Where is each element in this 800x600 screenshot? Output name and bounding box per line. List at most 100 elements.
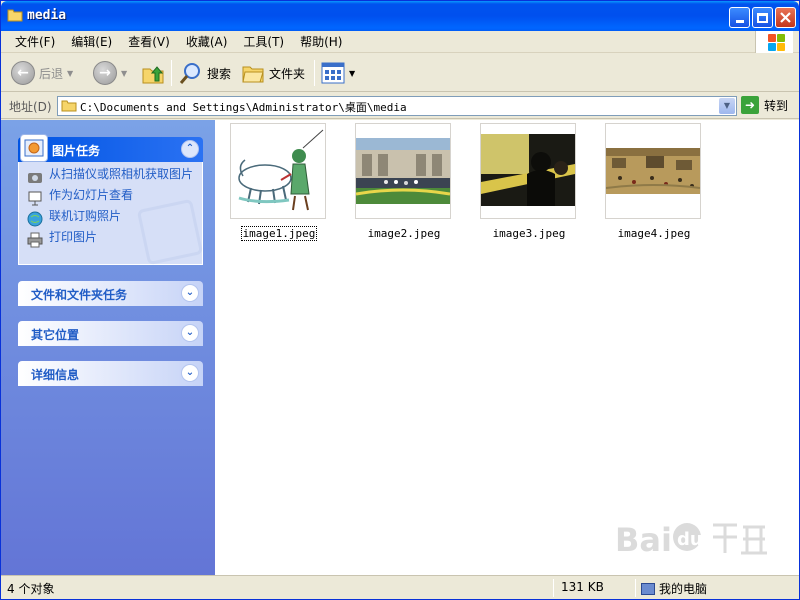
- picture-tasks-header[interactable]: 图片任务 ⌃: [18, 134, 203, 162]
- menu-bar: 文件(F) 编辑(E) 查看(V) 收藏(A) 工具(T) 帮助(H): [1, 31, 799, 53]
- toolbar-separator: [171, 60, 172, 86]
- svg-text:Bai: Bai: [615, 521, 672, 559]
- details-panel: 详细信息 ⌄: [18, 361, 203, 386]
- forward-button[interactable]: → ▼: [93, 58, 127, 88]
- task-label: 联机订购照片: [49, 209, 122, 223]
- status-divider: [553, 579, 554, 597]
- thumbnail-image1[interactable]: image1.jpeg: [230, 123, 326, 241]
- menu-view[interactable]: 查看(V): [120, 32, 178, 52]
- forward-arrow-icon: →: [93, 61, 117, 85]
- close-button[interactable]: [775, 7, 796, 28]
- minimize-button[interactable]: [729, 7, 750, 28]
- task-label: 从扫描仪或照相机获取图片: [49, 167, 194, 181]
- chevron-down-icon[interactable]: ⌄: [181, 364, 199, 382]
- picture-tasks-body: 从扫描仪或照相机获取图片 作为幻灯片查看 联机订购照片 打印图片: [18, 162, 204, 266]
- total-size: 131 KB: [561, 580, 604, 594]
- chevron-up-icon[interactable]: ⌃: [181, 140, 199, 158]
- other-places-title: 其它位置: [31, 328, 80, 342]
- chevron-down-icon[interactable]: ⌄: [181, 284, 199, 302]
- maximize-icon: [757, 12, 768, 23]
- picture-tasks-icon: [20, 134, 48, 162]
- details-header[interactable]: 详细信息 ⌄: [18, 361, 203, 386]
- back-button[interactable]: ← 后退 ▼: [11, 58, 73, 88]
- scroll-painting-thumbnail-icon: [606, 148, 700, 194]
- task-order-prints[interactable]: 联机订购照片: [27, 210, 194, 227]
- views-button[interactable]: ▼: [321, 58, 355, 88]
- folders-label: 文件夹: [269, 66, 306, 81]
- title-bar[interactable]: media: [1, 1, 799, 31]
- file-view: image1.jpeg image2.jpeg image3.jpeg imag…: [215, 120, 799, 575]
- details-title: 详细信息: [31, 368, 80, 382]
- file-name[interactable]: image4.jpeg: [606, 227, 702, 240]
- location-label: 我的电脑: [659, 582, 708, 596]
- address-value: C:\Documents and Settings\Administrator\…: [80, 101, 407, 114]
- up-folder-icon: [142, 66, 164, 84]
- search-icon: [179, 63, 200, 84]
- object-count: 4 个对象: [7, 582, 55, 596]
- explorer-window: media 文件(F) 编辑(E) 查看(V) 收藏(A) 工具(T) 帮助(H…: [0, 0, 800, 600]
- picture-tasks-panel: 图片任务 ⌃ 从扫描仪或照相机获取图片 作为幻灯片查看 联机订购照片 打印图片: [18, 134, 204, 266]
- task-pane: 图片任务 ⌃ 从扫描仪或照相机获取图片 作为幻灯片查看 联机订购照片 打印图片 …: [1, 120, 215, 575]
- thumbnail-image3[interactable]: image3.jpeg: [480, 123, 576, 240]
- ink-painting-thumbnail-icon: [238, 129, 324, 211]
- views-grid-icon: [321, 62, 345, 84]
- picture-tasks-title: 图片任务: [52, 144, 101, 158]
- folder-icon: [7, 9, 23, 22]
- menu-edit[interactable]: 编辑(E): [63, 32, 120, 52]
- up-folder-button[interactable]: [141, 58, 165, 88]
- slideshow-icon: [28, 191, 42, 206]
- baidu-jingyan-watermark-icon: Bai du: [615, 513, 775, 573]
- file-name[interactable]: image3.jpeg: [481, 227, 577, 240]
- windows-logo-icon: [755, 31, 793, 53]
- search-button[interactable]: 搜索: [179, 58, 231, 88]
- window-title: media: [27, 8, 67, 23]
- toolbar: ← 后退 ▼ → ▼ 搜索 文件夹 ▼: [1, 54, 799, 92]
- globe-icon: [27, 211, 43, 227]
- file-tasks-header[interactable]: 文件和文件夹任务 ⌄: [18, 281, 203, 306]
- task-slideshow[interactable]: 作为幻灯片查看: [27, 189, 194, 206]
- go-arrow-icon: ➜: [741, 96, 759, 114]
- go-label: 转到: [764, 98, 789, 113]
- other-places-header[interactable]: 其它位置 ⌄: [18, 321, 203, 346]
- address-input[interactable]: C:\Documents and Settings\Administrator\…: [57, 96, 737, 116]
- task-print-pictures[interactable]: 打印图片: [27, 231, 194, 248]
- task-label: 打印图片: [49, 230, 98, 244]
- toolbar-separator: [314, 60, 315, 86]
- back-arrow-icon: ←: [11, 61, 35, 85]
- go-button[interactable]: ➜ 转到: [741, 96, 788, 114]
- file-tasks-panel: 文件和文件夹任务 ⌄: [18, 281, 203, 306]
- location-indicator: 我的电脑: [641, 580, 707, 597]
- file-name[interactable]: image1.jpeg: [231, 226, 327, 241]
- camera-icon: [28, 173, 42, 183]
- thumbnail-image4[interactable]: image4.jpeg: [605, 123, 701, 240]
- close-icon: [780, 12, 791, 23]
- file-name[interactable]: image2.jpeg: [356, 227, 452, 240]
- folder-icon: [61, 100, 77, 112]
- chevron-down-icon[interactable]: ⌄: [181, 324, 199, 342]
- svg-text:du: du: [677, 529, 703, 550]
- status-bar: 4 个对象 131 KB 我的电脑: [1, 575, 799, 599]
- menu-favorites[interactable]: 收藏(A): [178, 32, 236, 52]
- maximize-button[interactable]: [752, 7, 773, 28]
- chevron-down-icon: ▼: [121, 68, 128, 78]
- menu-tools[interactable]: 工具(T): [235, 32, 292, 52]
- my-computer-icon: [641, 583, 655, 595]
- back-label: 后退: [39, 66, 64, 81]
- file-tasks-title: 文件和文件夹任务: [31, 288, 128, 302]
- thumbnail-image2[interactable]: image2.jpeg: [355, 123, 451, 240]
- address-label: 地址(D): [9, 100, 52, 114]
- printer-icon: [27, 232, 43, 248]
- task-get-pictures[interactable]: 从扫描仪或照相机获取图片: [27, 168, 194, 185]
- minimize-icon: [735, 20, 744, 23]
- chevron-down-icon: ▼: [67, 68, 74, 78]
- chevron-down-icon: ▼: [349, 68, 356, 78]
- menu-help[interactable]: 帮助(H): [292, 32, 350, 52]
- task-label: 作为幻灯片查看: [49, 188, 134, 202]
- folders-icon: [242, 66, 264, 83]
- dark-scene-thumbnail-icon: [481, 134, 575, 206]
- folders-button[interactable]: 文件夹: [241, 58, 305, 88]
- address-bar: 地址(D) C:\Documents and Settings\Administ…: [1, 93, 799, 119]
- menu-file[interactable]: 文件(F): [7, 32, 63, 52]
- status-divider: [635, 579, 636, 597]
- address-dropdown-button[interactable]: ▼: [719, 98, 735, 114]
